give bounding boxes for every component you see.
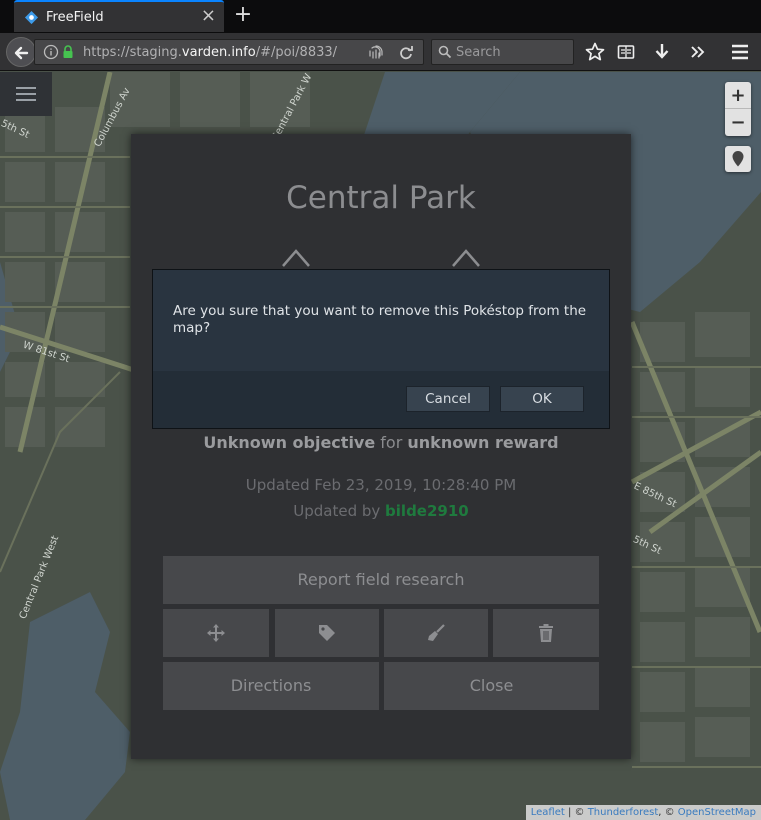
updated-timestamp: Updated Feb 23, 2019, 10:28:40 PM bbox=[245, 476, 517, 494]
secure-lock-icon bbox=[63, 45, 73, 58]
tab-strip: FreeField × + bbox=[0, 0, 761, 33]
tag-icon bbox=[319, 625, 335, 641]
rename-poi-button[interactable] bbox=[275, 609, 379, 657]
updated-by-user-link[interactable]: bilde2910 bbox=[385, 502, 469, 520]
downloads-icon[interactable] bbox=[651, 41, 673, 63]
trash-icon bbox=[539, 624, 553, 642]
map-marker-icon bbox=[732, 151, 744, 167]
bookmark-star-icon[interactable] bbox=[584, 41, 606, 63]
broom-icon bbox=[428, 624, 445, 641]
map-attribution: Leaflet | © Thunderforest, © OpenStreetM… bbox=[525, 805, 761, 820]
report-field-research-button[interactable]: Report field research bbox=[163, 556, 599, 604]
updated-by: Updated by bilde2910 bbox=[293, 502, 469, 520]
zoom-control: + − bbox=[725, 82, 751, 136]
thunderforest-link[interactable]: Thunderforest bbox=[588, 807, 659, 818]
dialog-message: Are you sure that you want to remove thi… bbox=[173, 303, 587, 336]
reward-text: unknown reward bbox=[407, 433, 559, 452]
reader-view-icon[interactable] bbox=[615, 41, 637, 63]
search-input[interactable]: Search bbox=[431, 39, 574, 65]
search-placeholder: Search bbox=[456, 45, 501, 60]
locate-button[interactable] bbox=[725, 146, 751, 172]
move-arrows-icon bbox=[207, 624, 225, 642]
back-arrow-icon bbox=[14, 46, 29, 60]
freefield-favicon-icon bbox=[24, 10, 39, 25]
objective-icon bbox=[282, 249, 310, 267]
map-menu-button[interactable] bbox=[0, 72, 52, 116]
url-bar[interactable]: https://staging.varden.info/#/poi/8833/ bbox=[34, 39, 424, 65]
ok-button[interactable]: OK bbox=[500, 386, 584, 412]
reward-icon bbox=[452, 249, 480, 267]
zoom-in-button[interactable]: + bbox=[725, 82, 751, 109]
tab-close-icon[interactable]: × bbox=[201, 7, 216, 25]
directions-button[interactable]: Directions bbox=[163, 662, 379, 710]
site-info-icon[interactable] bbox=[43, 44, 59, 60]
back-button[interactable] bbox=[6, 37, 36, 67]
delete-poi-button[interactable] bbox=[493, 609, 599, 657]
tab-title: FreeField bbox=[46, 10, 104, 25]
reload-icon[interactable] bbox=[397, 44, 415, 62]
clear-research-button[interactable] bbox=[384, 609, 488, 657]
search-icon bbox=[438, 45, 452, 59]
zoom-out-button[interactable]: − bbox=[725, 109, 751, 136]
hamburger-menu-icon[interactable] bbox=[729, 41, 751, 63]
tracking-protection-icon[interactable] bbox=[367, 44, 385, 62]
confirm-dialog: Are you sure that you want to remove thi… bbox=[152, 269, 610, 429]
new-tab-button[interactable]: + bbox=[232, 3, 254, 27]
url-text: https://staging.varden.info/#/poi/8833/ bbox=[83, 45, 338, 60]
objective-text: Unknown objective bbox=[203, 433, 376, 452]
browser-tab[interactable]: FreeField × bbox=[14, 0, 224, 32]
leaflet-link[interactable]: Leaflet bbox=[531, 807, 565, 818]
cancel-button[interactable]: Cancel bbox=[406, 386, 490, 412]
poi-details-panel: Central Park Unknown objective for unkno… bbox=[131, 134, 631, 759]
close-button[interactable]: Close bbox=[384, 662, 599, 710]
overflow-chevron-icon[interactable] bbox=[687, 41, 709, 63]
poi-title: Central Park bbox=[286, 180, 476, 216]
move-poi-button[interactable] bbox=[163, 609, 269, 657]
research-summary: Unknown objective for unknown reward bbox=[203, 433, 559, 452]
openstreetmap-link[interactable]: OpenStreetMap bbox=[678, 807, 756, 818]
navigation-toolbar: https://staging.varden.info/#/poi/8833/ … bbox=[0, 33, 761, 71]
dialog-footer: Cancel OK bbox=[153, 371, 609, 428]
